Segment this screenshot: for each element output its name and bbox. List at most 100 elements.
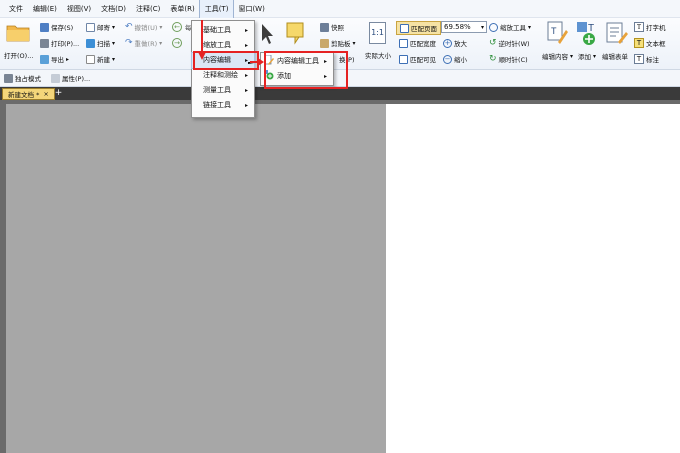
tools-item-label: 注释和测绘 xyxy=(203,71,238,79)
clipboard-icon xyxy=(320,38,329,48)
menu-window[interactable]: 窗口(W) xyxy=(233,0,269,18)
scan-button[interactable]: 扫描 ▾ xyxy=(86,38,115,48)
print-button[interactable]: 打印(P)... xyxy=(40,38,79,48)
zoom-select[interactable]: 69.58% ▾ xyxy=(441,21,487,33)
scan-label: 扫描 xyxy=(97,40,110,48)
forward-icon[interactable]: → xyxy=(172,38,182,48)
save-button[interactable]: 保存(S) xyxy=(40,22,73,32)
highlight-box-submenu xyxy=(264,51,348,89)
scan-icon xyxy=(86,38,95,48)
new-tab-icon[interactable]: + xyxy=(54,88,63,98)
print-label: 打印(P)... xyxy=(51,40,80,48)
chevron-down-icon: ▾ xyxy=(159,23,163,31)
page-left xyxy=(6,104,386,453)
document-tab-label: 新建文档 * xyxy=(8,91,40,99)
export-label: 导出 xyxy=(51,56,64,64)
magnifier-icon xyxy=(489,22,498,32)
chevron-down-icon: ▾ xyxy=(593,52,597,60)
svg-text:T: T xyxy=(551,26,557,36)
mail-icon xyxy=(86,22,95,32)
print-icon xyxy=(40,38,49,48)
redo-button[interactable]: ↷ 重做(R) ▾ xyxy=(125,38,162,48)
tools-item-measure[interactable]: 测量工具 ▸ xyxy=(192,83,254,98)
snapshot-button[interactable]: 快照 xyxy=(320,22,344,32)
red-arrow-right-icon xyxy=(250,58,264,66)
tools-item-link[interactable]: 链接工具 ▸ xyxy=(192,98,254,113)
close-icon[interactable]: × xyxy=(43,90,48,98)
menu-file[interactable]: 文件 xyxy=(4,0,28,18)
save-label: 保存(S) xyxy=(51,24,74,32)
undo-button[interactable]: ↶ 撤销(U) ▾ xyxy=(125,22,162,32)
tools-item-annotate[interactable]: 注释和测绘 ▸ xyxy=(192,68,254,83)
fit-visible-button[interactable]: 匹配可见 xyxy=(399,54,436,64)
menu-view[interactable]: 视图(V) xyxy=(62,0,96,18)
open-folder-icon xyxy=(6,21,30,43)
back-icon[interactable]: ← xyxy=(172,22,182,32)
menu-comment[interactable]: 注释(C) xyxy=(131,0,165,18)
new-document-icon xyxy=(86,54,95,64)
menubar: 文件 编辑(E) 视图(V) 文档(D) 注释(C) 表单(R) 工具(T) 窗… xyxy=(0,0,680,19)
solo-mode-button[interactable]: 独占模式 xyxy=(4,73,41,83)
zoom-out-icon: − xyxy=(443,54,452,64)
rotate-cw-label: 顺时针(C) xyxy=(498,56,528,64)
edit-content-label: 编辑内容 xyxy=(542,53,568,61)
actual-size-icon: 1:1 xyxy=(369,22,386,44)
open-button[interactable]: 打开(O)... xyxy=(4,50,33,60)
edit-form-label: 编辑表单 xyxy=(602,53,628,61)
fit-visible-label: 匹配可见 xyxy=(410,56,436,64)
edit-form-button[interactable]: 编辑表单 xyxy=(602,51,628,61)
chevron-down-icon: ▾ xyxy=(528,23,532,31)
zoom-in-label: 放大 xyxy=(454,40,467,48)
edit-content-icon: T xyxy=(546,20,568,46)
chevron-down-icon: ▾ xyxy=(352,39,356,47)
rotate-cw-icon: ↻ xyxy=(489,54,497,64)
typewriter-button[interactable]: T 打字机 xyxy=(634,22,666,32)
menu-edit[interactable]: 编辑(E) xyxy=(28,0,62,18)
new-button[interactable]: 新建 ▾ xyxy=(86,54,115,64)
fit-width-button[interactable]: 匹配宽度 xyxy=(399,38,436,48)
menu-document[interactable]: 文档(D) xyxy=(96,0,131,18)
camera-icon xyxy=(320,22,329,32)
clipboard-button[interactable]: 剪贴板 ▾ xyxy=(320,38,356,48)
export-button[interactable]: 导出 ▸ xyxy=(40,54,69,64)
fit-page-button[interactable]: 匹配页面 xyxy=(396,21,441,35)
menu-form[interactable]: 表单(R) xyxy=(165,0,199,18)
document-tab[interactable]: 新建文档 * × xyxy=(2,88,55,100)
properties-icon xyxy=(51,73,60,83)
callout-button[interactable]: T 标注 xyxy=(634,54,659,64)
rotate-cw-button[interactable]: ↻ 顺时针(C) xyxy=(489,54,528,64)
fit-visible-icon xyxy=(399,54,408,64)
watermark-url: jingyan.baidu.com xyxy=(528,424,602,433)
add-button[interactable]: 添加 ▾ xyxy=(578,51,597,62)
zoom-tool-label: 缩放工具 xyxy=(500,24,526,32)
open-label: 打开(O)... xyxy=(4,52,34,60)
edit-content-button[interactable]: 编辑内容 ▾ xyxy=(542,51,573,62)
chevron-right-icon: ▸ xyxy=(244,72,248,79)
fit-page-label: 匹配页面 xyxy=(411,25,437,33)
zoom-tool-button[interactable]: 缩放工具 ▾ xyxy=(489,22,531,32)
properties-button[interactable]: 属性(P)... xyxy=(51,73,90,83)
menu-tools[interactable]: 工具(T) xyxy=(198,0,235,19)
solo-mode-label: 独占模式 xyxy=(15,75,41,83)
callout-icon: T xyxy=(634,54,644,64)
textbox-label: 文本框 xyxy=(646,40,666,48)
chevron-right-icon: ▸ xyxy=(66,55,70,63)
zoom-in-button[interactable]: + 放大 xyxy=(443,38,467,48)
textbox-button[interactable]: T 文本框 xyxy=(634,38,666,48)
rotate-ccw-button[interactable]: ↺ 逆时针(W) xyxy=(489,38,530,48)
edit-form-icon xyxy=(604,20,628,46)
zoom-out-label: 缩小 xyxy=(454,56,467,64)
snapshot-label: 快照 xyxy=(331,24,344,32)
actual-size-label: 实际大小 xyxy=(365,52,391,60)
typewriter-icon: T xyxy=(634,22,644,32)
tools-item-label: 链接工具 xyxy=(203,101,231,109)
textbox-icon: T xyxy=(634,38,644,48)
note-tool-icon[interactable] xyxy=(284,20,308,46)
chevron-down-icon: ▾ xyxy=(159,39,163,47)
mail-button[interactable]: 邮寄 ▾ xyxy=(86,22,115,32)
chevron-down-icon: ▾ xyxy=(480,23,484,31)
redo-icon: ↷ xyxy=(125,38,133,48)
actual-size-button[interactable]: 实际大小 xyxy=(365,50,391,60)
new-label: 新建 xyxy=(97,56,110,64)
zoom-out-button[interactable]: − 缩小 xyxy=(443,54,467,64)
